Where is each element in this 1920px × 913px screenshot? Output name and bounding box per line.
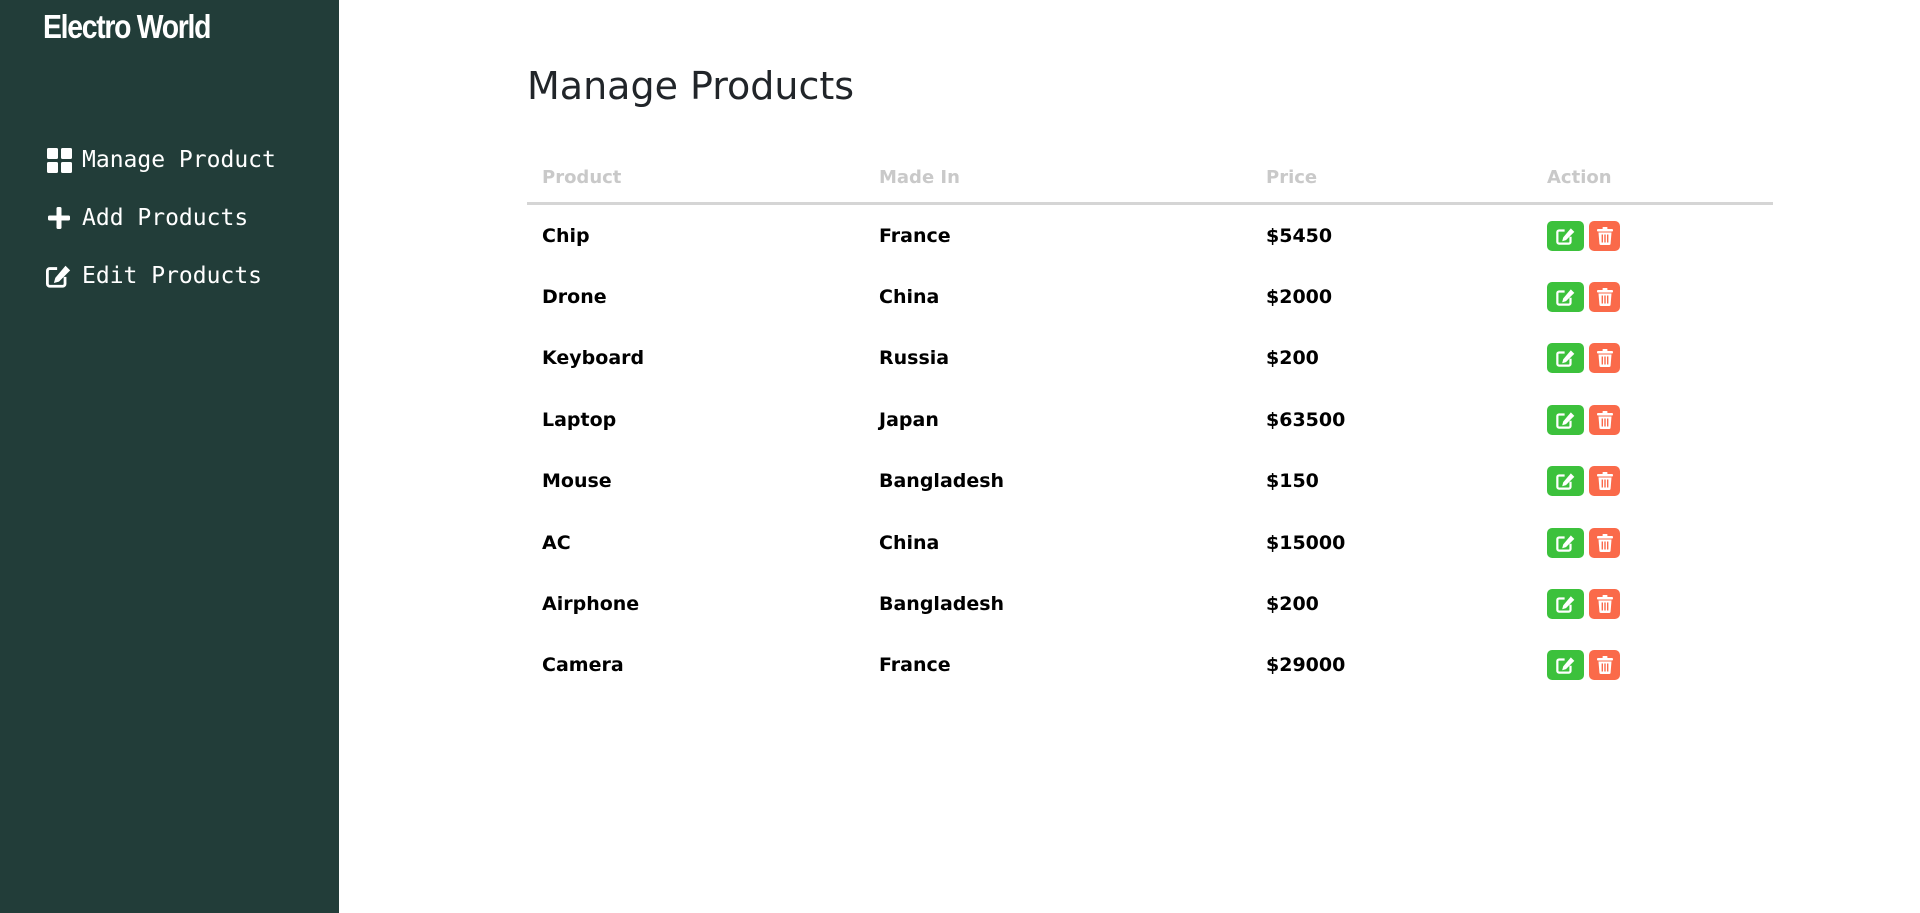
edit-icon <box>1555 534 1576 552</box>
sidebar-item-manage-product[interactable]: Manage Product <box>46 131 276 189</box>
trash-icon <box>1596 595 1613 614</box>
delete-button[interactable] <box>1589 343 1620 374</box>
action-cell <box>1532 635 1773 696</box>
main-content: Manage Products Product Made In Price Ac… <box>339 0 1920 913</box>
edit-icon <box>1555 595 1576 613</box>
product-name-cell: Chip <box>542 224 590 247</box>
column-header-action: Action <box>1532 152 1773 205</box>
column-header-product: Product <box>527 152 864 205</box>
product-name-cell: Camera <box>542 654 624 677</box>
edit-button[interactable] <box>1547 343 1584 374</box>
made-in-cell: Bangladesh <box>879 470 1005 493</box>
delete-button[interactable] <box>1589 220 1620 251</box>
trash-icon <box>1596 472 1613 491</box>
delete-button[interactable] <box>1589 589 1620 620</box>
table-row: Mouse Bangladesh $150 <box>527 451 1773 512</box>
delete-button[interactable] <box>1589 650 1620 681</box>
made-in-cell: France <box>879 654 951 677</box>
trash-icon <box>1596 288 1613 307</box>
edit-button[interactable] <box>1547 589 1584 620</box>
edit-button[interactable] <box>1547 220 1584 251</box>
made-in-cell: France <box>879 224 951 247</box>
price-cell: $150 <box>1266 470 1319 493</box>
product-name-cell: Laptop <box>542 408 617 431</box>
price-cell: $2000 <box>1266 286 1333 309</box>
product-name-cell: Drone <box>542 286 607 309</box>
edit-icon <box>1555 349 1576 368</box>
edit-icon <box>1555 288 1576 306</box>
table-row: AC China $15000 <box>527 512 1773 573</box>
edit-icon <box>1555 472 1576 490</box>
delete-button[interactable] <box>1589 282 1620 313</box>
price-cell: $29000 <box>1266 654 1346 677</box>
grid-icon <box>46 147 72 173</box>
edit-button[interactable] <box>1547 650 1584 681</box>
product-name-cell: AC <box>542 531 571 554</box>
action-cell <box>1532 266 1773 327</box>
price-cell: $200 <box>1266 347 1319 370</box>
table-header-row: Product Made In Price Action <box>527 152 1773 205</box>
sidebar-nav: Manage Product Add Products Edit Product… <box>46 131 276 305</box>
price-cell: $15000 <box>1266 531 1346 554</box>
edit-icon <box>1555 656 1576 675</box>
price-cell: $63500 <box>1266 408 1346 431</box>
table-row: Laptop Japan $63500 <box>527 389 1773 450</box>
edit-button[interactable] <box>1547 466 1584 497</box>
sidebar: Electro World Manage Product Add Product <box>0 0 339 913</box>
sidebar-item-label: Manage Product <box>82 147 276 173</box>
made-in-cell: China <box>879 286 940 309</box>
page-title: Manage Products <box>527 64 855 108</box>
sidebar-item-add-products[interactable]: Add Products <box>46 189 276 247</box>
made-in-cell: Japan <box>879 408 939 431</box>
sidebar-item-edit-products[interactable]: Edit Products <box>46 247 276 305</box>
delete-button[interactable] <box>1589 404 1620 435</box>
edit-button[interactable] <box>1547 282 1584 313</box>
table-row: Airphone Bangladesh $200 <box>527 573 1773 634</box>
edit-icon <box>46 263 72 289</box>
edit-icon <box>1555 227 1576 245</box>
brand-logo[interactable]: Electro World <box>43 8 211 46</box>
trash-icon <box>1596 349 1613 368</box>
action-cell <box>1532 204 1773 267</box>
action-cell <box>1532 451 1773 512</box>
sidebar-item-label: Edit Products <box>82 263 263 289</box>
edit-button[interactable] <box>1547 527 1584 558</box>
trash-icon <box>1596 226 1613 245</box>
made-in-cell: Bangladesh <box>879 593 1005 616</box>
product-name-cell: Airphone <box>542 593 640 616</box>
action-cell <box>1532 389 1773 450</box>
delete-button[interactable] <box>1589 466 1620 497</box>
action-cell <box>1532 573 1773 634</box>
product-name-cell: Keyboard <box>542 347 645 370</box>
table-row: Drone China $2000 <box>527 266 1773 327</box>
plus-icon <box>46 205 72 231</box>
sidebar-item-label: Add Products <box>82 205 249 231</box>
column-header-price: Price <box>1251 152 1532 205</box>
product-name-cell: Mouse <box>542 470 612 493</box>
products-table: Product Made In Price Action Chip France… <box>527 152 1773 696</box>
delete-button[interactable] <box>1589 527 1620 558</box>
trash-icon <box>1596 656 1613 675</box>
action-cell <box>1532 512 1773 573</box>
trash-icon <box>1596 410 1613 429</box>
table-row: Camera France $29000 <box>527 635 1773 696</box>
made-in-cell: Russia <box>879 347 950 370</box>
edit-button[interactable] <box>1547 404 1584 435</box>
column-header-made-in: Made In <box>864 152 1251 205</box>
action-cell <box>1532 328 1773 389</box>
made-in-cell: China <box>879 531 940 554</box>
price-cell: $5450 <box>1266 224 1333 247</box>
table-row: Keyboard Russia $200 <box>527 328 1773 389</box>
price-cell: $200 <box>1266 593 1319 616</box>
table-row: Chip France $5450 <box>527 204 1773 267</box>
edit-icon <box>1555 411 1576 429</box>
table-body: Chip France $5450 Drone China $2000 Keyb… <box>527 204 1773 697</box>
trash-icon <box>1596 533 1613 552</box>
